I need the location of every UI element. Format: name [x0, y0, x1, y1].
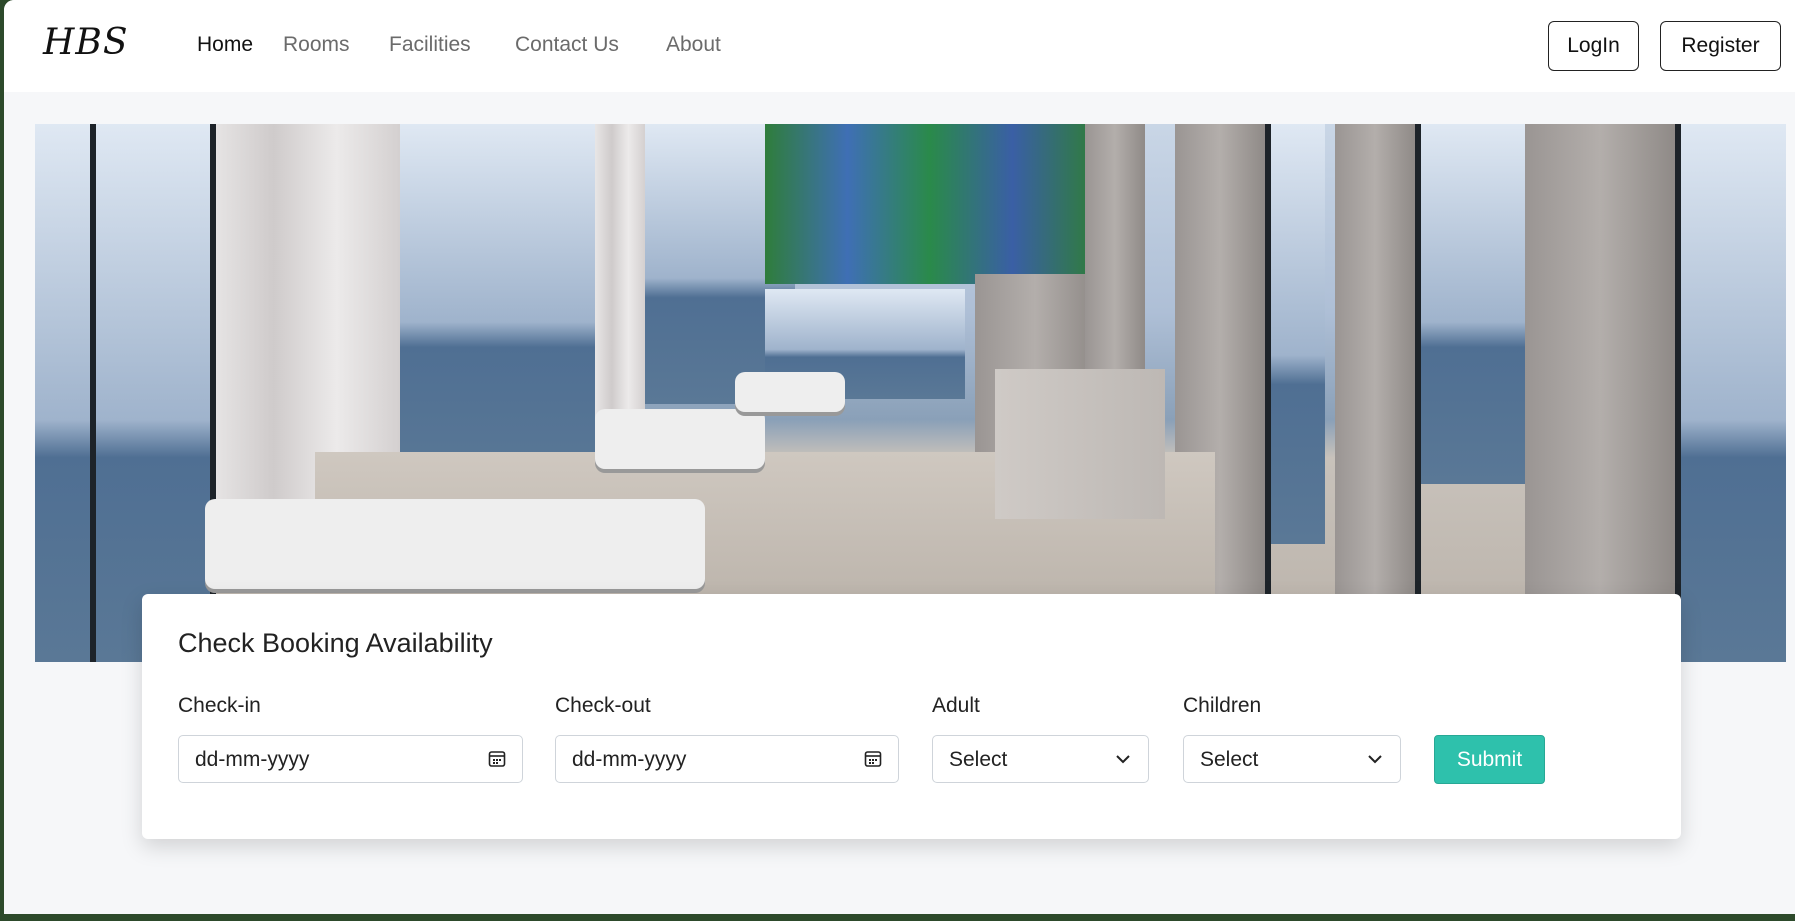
booking-title: Check Booking Availability	[178, 628, 493, 658]
login-button[interactable]: LogIn	[1548, 21, 1639, 71]
hero-image	[35, 124, 1786, 662]
adult-select[interactable]: Select	[932, 735, 1149, 783]
calendar-icon[interactable]	[864, 750, 882, 768]
nav-about[interactable]: About	[666, 33, 721, 57]
children-selected: Select	[1200, 748, 1259, 771]
children-select[interactable]: Select	[1183, 735, 1401, 783]
navbar: HBS Home Rooms Facilities Contact Us Abo…	[4, 0, 1795, 92]
nav-rooms[interactable]: Rooms	[283, 33, 350, 57]
logo[interactable]: HBS	[43, 22, 129, 63]
adult-label: Adult	[932, 694, 980, 717]
register-button[interactable]: Register	[1660, 21, 1781, 71]
chevron-down-icon	[1368, 755, 1382, 764]
checkin-label: Check-in	[178, 694, 261, 717]
nav-facilities[interactable]: Facilities	[389, 33, 471, 57]
adult-selected: Select	[949, 748, 1008, 771]
checkout-input[interactable]: dd-mm-yyyy	[555, 735, 899, 783]
checkin-placeholder: dd-mm-yyyy	[195, 748, 310, 771]
page: HBS Home Rooms Facilities Contact Us Abo…	[4, 0, 1795, 914]
submit-button[interactable]: Submit	[1434, 735, 1545, 784]
calendar-icon[interactable]	[488, 750, 506, 768]
booking-card: Check Booking Availability Check-in dd-m…	[142, 594, 1681, 839]
checkin-input[interactable]: dd-mm-yyyy	[178, 735, 523, 783]
nav-home[interactable]: Home	[197, 33, 253, 57]
nav-contact-us[interactable]: Contact Us	[515, 33, 619, 57]
children-label: Children	[1183, 694, 1262, 717]
chevron-down-icon	[1116, 755, 1130, 764]
checkout-placeholder: dd-mm-yyyy	[572, 748, 687, 771]
checkout-label: Check-out	[555, 694, 651, 717]
